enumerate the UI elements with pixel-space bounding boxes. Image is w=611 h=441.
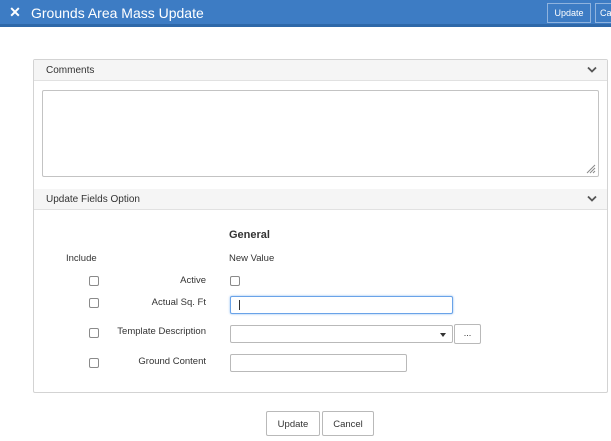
template-description-label: Template Description <box>117 326 206 337</box>
text-caret <box>239 300 240 310</box>
actual-sq-ft-label: Actual Sq. Ft <box>151 297 206 308</box>
chevron-down-icon[interactable] <box>587 66 597 74</box>
footer-cancel-button[interactable]: Cancel <box>322 411 374 436</box>
update-fields-section-header[interactable]: Update Fields Option <box>34 189 607 210</box>
comments-section-header[interactable]: Comments <box>34 60 607 81</box>
resize-grip-icon[interactable] <box>585 163 596 174</box>
comments-section-title: Comments <box>46 65 95 76</box>
update-fields-section-title: Update Fields Option <box>46 194 140 205</box>
active-value-checkbox[interactable] <box>230 276 240 286</box>
header-update-button[interactable]: Update <box>547 3 591 23</box>
new-value-column-header: New Value <box>229 253 275 264</box>
footer-update-button[interactable]: Update <box>266 411 320 436</box>
group-heading-general: General <box>229 229 270 241</box>
ground-content-input[interactable] <box>230 354 407 372</box>
close-icon[interactable]: ✕ <box>8 3 22 21</box>
title-bar: ✕ Grounds Area Mass Update Update Cancel <box>0 0 611 27</box>
template-description-lookup-button[interactable]: ... <box>454 324 481 344</box>
title-bar-underline <box>0 24 611 27</box>
comments-textarea[interactable] <box>42 90 599 177</box>
form-panel: Comments Update Fields Option General In… <box>33 59 608 393</box>
active-label: Active <box>180 275 206 286</box>
page-title: Grounds Area Mass Update <box>31 5 204 21</box>
dropdown-arrow-icon[interactable] <box>440 333 446 337</box>
include-column-header: Include <box>66 253 97 264</box>
ground-content-label: Ground Content <box>138 356 206 367</box>
chevron-down-icon[interactable] <box>587 195 597 203</box>
actual-sq-ft-input[interactable] <box>230 296 453 314</box>
template-description-select[interactable] <box>230 325 453 343</box>
header-cancel-button[interactable]: Cancel <box>595 3 611 23</box>
